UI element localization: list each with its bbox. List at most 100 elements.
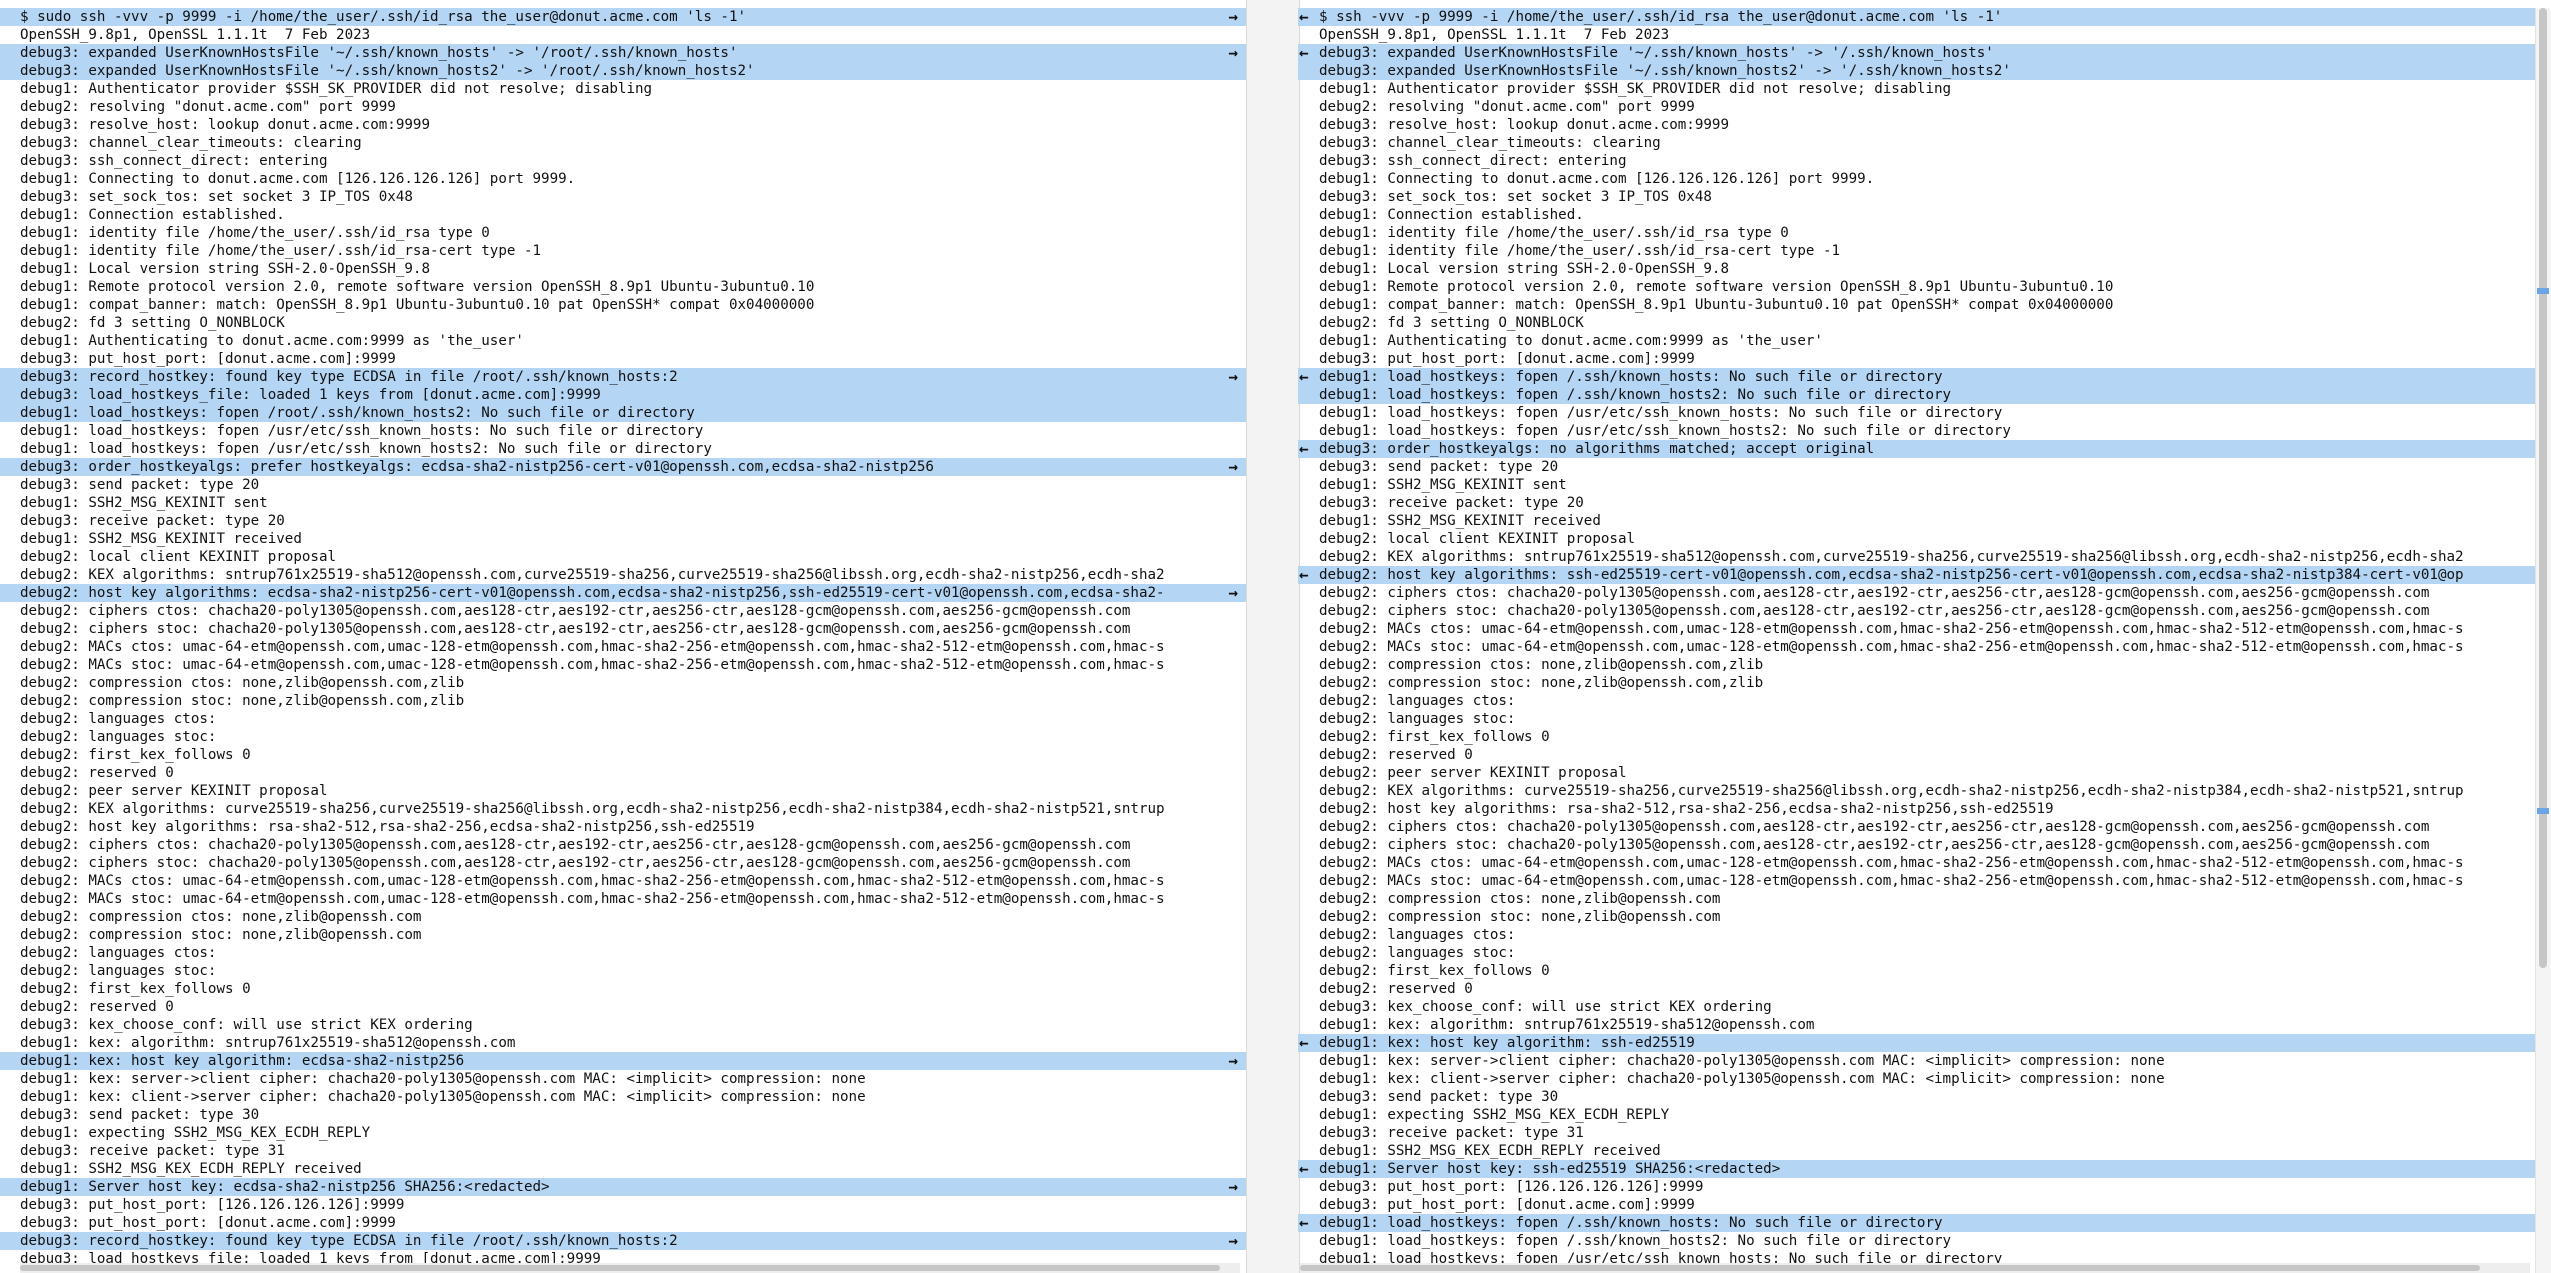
log-line-text: debug2: ciphers ctos: chacha20-poly1305@… <box>1319 819 2430 835</box>
log-line-text: debug1: SSH2_MSG_KEXINIT sent <box>1319 477 1567 493</box>
copy-left-arrow-icon[interactable]: ← <box>1299 44 1309 62</box>
log-line-text: debug3: expanded UserKnownHostsFile '~/.… <box>20 45 738 61</box>
copy-right-arrow-icon[interactable]: → <box>1228 1178 1238 1196</box>
copy-left-arrow-icon[interactable]: ← <box>1299 1214 1309 1232</box>
log-line-text: debug3: set_sock_tos: set socket 3 IP_TO… <box>20 189 413 205</box>
log-line: debug1: kex: server->client cipher: chac… <box>1298 1052 2536 1070</box>
log-line-text: debug1: identity file /home/the_user/.ss… <box>1319 225 1789 241</box>
log-line: debug1: Authenticator provider $SSH_SK_P… <box>1298 80 2536 98</box>
copy-right-arrow-icon[interactable]: → <box>1228 368 1238 386</box>
log-line-text: debug2: languages stoc: <box>20 729 217 745</box>
log-line-text: debug2: MACs stoc: umac-64-etm@openssh.c… <box>20 657 1165 673</box>
log-line-text: debug1: load_hostkeys: fopen /usr/etc/ss… <box>20 423 704 439</box>
copy-left-arrow-icon[interactable]: ← <box>1299 368 1309 386</box>
log-line-text: debug2: compression stoc: none,zlib@open… <box>1319 675 1764 691</box>
log-line-text: debug3: kex_choose_conf: will use strict… <box>20 1017 473 1033</box>
log-line-text: debug2: compression stoc: none,zlib@open… <box>1319 909 1721 925</box>
log-line-text: debug2: KEX algorithms: curve25519-sha25… <box>1319 783 2464 799</box>
log-line: debug1: kex: algorithm: sntrup761x25519-… <box>1298 1016 2536 1034</box>
log-line-text: debug1: Local version string SSH-2.0-Ope… <box>1319 261 1729 277</box>
log-line-text: debug2: MACs stoc: umac-64-etm@openssh.c… <box>20 891 1165 907</box>
log-line-text: debug1: kex: server->client cipher: chac… <box>1319 1053 2165 1069</box>
log-line: debug1: SSH2_MSG_KEXINIT sent <box>0 494 1246 512</box>
log-line-text: debug2: languages stoc: <box>1319 945 1516 961</box>
right-horizontal-scrollbar[interactable] <box>1300 1263 2530 1273</box>
log-line-text: debug2: MACs stoc: umac-64-etm@openssh.c… <box>1319 639 2464 655</box>
log-line-text: debug2: host key algorithms: rsa-sha2-51… <box>20 819 755 835</box>
log-line: debug2: KEX algorithms: curve25519-sha25… <box>1298 782 2536 800</box>
log-line: debug2: MACs ctos: umac-64-etm@openssh.c… <box>1298 620 2536 638</box>
log-line-text: debug1: SSH2_MSG_KEXINIT received <box>1319 513 1601 529</box>
log-line-text: debug2: compression ctos: none,zlib@open… <box>1319 657 1764 673</box>
log-line: debug2: compression stoc: none,zlib@open… <box>0 926 1246 944</box>
log-line-text: debug2: host key algorithms: rsa-sha2-51… <box>1319 801 2054 817</box>
left-diff-pane[interactable]: $ sudo ssh -vvv -p 9999 -i /home/the_use… <box>0 8 1246 1273</box>
log-line-text: debug1: compat_banner: match: OpenSSH_8.… <box>1319 297 2114 313</box>
log-line-text: debug1: load_hostkeys: fopen /usr/etc/ss… <box>1319 405 2003 421</box>
log-line-text: debug1: Connection established. <box>20 207 285 223</box>
vertical-scrollbar-thumb[interactable] <box>2539 8 2547 968</box>
vertical-scrollbar[interactable] <box>2535 8 2551 1273</box>
log-line: debug1: identity file /home/the_user/.ss… <box>1298 224 2536 242</box>
log-line: debug3: channel_clear_timeouts: clearing <box>1298 134 2536 152</box>
log-line: debug1: Connecting to donut.acme.com [12… <box>0 170 1246 188</box>
log-line-text: debug1: load_hostkeys: fopen /root/.ssh/… <box>20 405 695 421</box>
copy-left-arrow-icon[interactable]: ← <box>1299 440 1309 458</box>
log-line-text: debug2: MACs ctos: umac-64-etm@openssh.c… <box>20 639 1165 655</box>
log-line: debug2: reserved 0 <box>0 998 1246 1016</box>
copy-left-arrow-icon[interactable]: ← <box>1299 566 1309 584</box>
log-line: debug3: ssh_connect_direct: entering <box>1298 152 2536 170</box>
log-line-text: debug2: compression ctos: none,zlib@open… <box>20 909 422 925</box>
log-line-text: debug1: load_hostkeys: fopen /.ssh/known… <box>1319 1233 1952 1249</box>
copy-left-arrow-icon[interactable]: ← <box>1299 1160 1309 1178</box>
right-horizontal-scrollbar-thumb[interactable] <box>1300 1265 2480 1271</box>
log-line: debug1: identity file /home/the_user/.ss… <box>1298 242 2536 260</box>
diff-line: debug2: host key algorithms: ssh-ed25519… <box>1298 566 2536 584</box>
log-line-text: $ sudo ssh -vvv -p 9999 -i /home/the_use… <box>20 9 747 25</box>
log-line: debug2: local client KEXINIT proposal <box>0 548 1246 566</box>
log-line: debug2: ciphers stoc: chacha20-poly1305@… <box>1298 602 2536 620</box>
diff-line: debug1: load_hostkeys: fopen /root/.ssh/… <box>0 404 1246 422</box>
log-line-text: debug3: record_hostkey: found key type E… <box>20 369 678 385</box>
log-line-text: debug3: receive packet: type 20 <box>1319 495 1584 511</box>
log-line: debug2: reserved 0 <box>1298 746 2536 764</box>
diff-line: debug3: expanded UserKnownHostsFile '~/.… <box>0 44 1246 62</box>
copy-right-arrow-icon[interactable]: → <box>1228 458 1238 476</box>
log-line-text: $ ssh -vvv -p 9999 -i /home/the_user/.ss… <box>1319 9 2003 25</box>
diff-marker <box>2537 288 2549 294</box>
log-line: debug3: receive packet: type 20 <box>1298 494 2536 512</box>
log-line-text: debug2: ciphers ctos: chacha20-poly1305@… <box>20 837 1131 853</box>
log-line: debug1: kex: client->server cipher: chac… <box>0 1088 1246 1106</box>
log-line-text: debug1: Authenticator provider $SSH_SK_P… <box>1319 81 1952 97</box>
copy-right-arrow-icon[interactable]: → <box>1228 44 1238 62</box>
log-line-text: debug3: expanded UserKnownHostsFile '~/.… <box>1319 63 2011 79</box>
log-line-text: debug1: SSH2_MSG_KEX_ECDH_REPLY received <box>20 1161 362 1177</box>
right-diff-pane[interactable]: $ ssh -vvv -p 9999 -i /home/the_user/.ss… <box>1298 8 2536 1273</box>
copy-right-arrow-icon[interactable]: → <box>1228 1052 1238 1070</box>
log-line: debug2: ciphers ctos: chacha20-poly1305@… <box>0 836 1246 854</box>
copy-left-arrow-icon[interactable]: ← <box>1299 1034 1309 1052</box>
log-line-text: debug2: host key algorithms: ecdsa-sha2-… <box>20 585 1165 601</box>
log-line: debug2: first_kex_follows 0 <box>1298 728 2536 746</box>
copy-left-arrow-icon[interactable]: ← <box>1299 8 1309 26</box>
log-line: debug2: first_kex_follows 0 <box>1298 962 2536 980</box>
log-line-text: debug1: expecting SSH2_MSG_KEX_ECDH_REPL… <box>1319 1107 1670 1123</box>
log-line-text: debug2: first_kex_follows 0 <box>20 981 251 997</box>
diff-line: debug3: order_hostkeyalgs: no algorithms… <box>1298 440 2536 458</box>
log-line-text: debug3: ssh_connect_direct: entering <box>20 153 328 169</box>
log-line: debug2: compression ctos: none,zlib@open… <box>0 908 1246 926</box>
copy-right-arrow-icon[interactable]: → <box>1228 584 1238 602</box>
log-line: debug3: put_host_port: [donut.acme.com]:… <box>1298 350 2536 368</box>
diff-line: $ sudo ssh -vvv -p 9999 -i /home/the_use… <box>0 8 1246 26</box>
copy-right-arrow-icon[interactable]: → <box>1228 8 1238 26</box>
left-horizontal-scrollbar-thumb[interactable] <box>20 1265 1220 1271</box>
left-horizontal-scrollbar[interactable] <box>20 1263 1240 1273</box>
log-line-text: debug3: put_host_port: [donut.acme.com]:… <box>1319 1197 1695 1213</box>
log-line: debug2: reserved 0 <box>0 764 1246 782</box>
copy-right-arrow-icon[interactable]: → <box>1228 1232 1238 1250</box>
log-line-text: debug2: resolving "donut.acme.com" port … <box>20 99 396 115</box>
log-line-text: debug3: put_host_port: [126.126.126.126]… <box>1319 1179 1704 1195</box>
log-line-text: debug1: Local version string SSH-2.0-Ope… <box>20 261 430 277</box>
log-line-text: debug1: load_hostkeys: fopen /.ssh/known… <box>1319 387 1952 403</box>
log-line: debug3: receive packet: type 31 <box>1298 1124 2536 1142</box>
